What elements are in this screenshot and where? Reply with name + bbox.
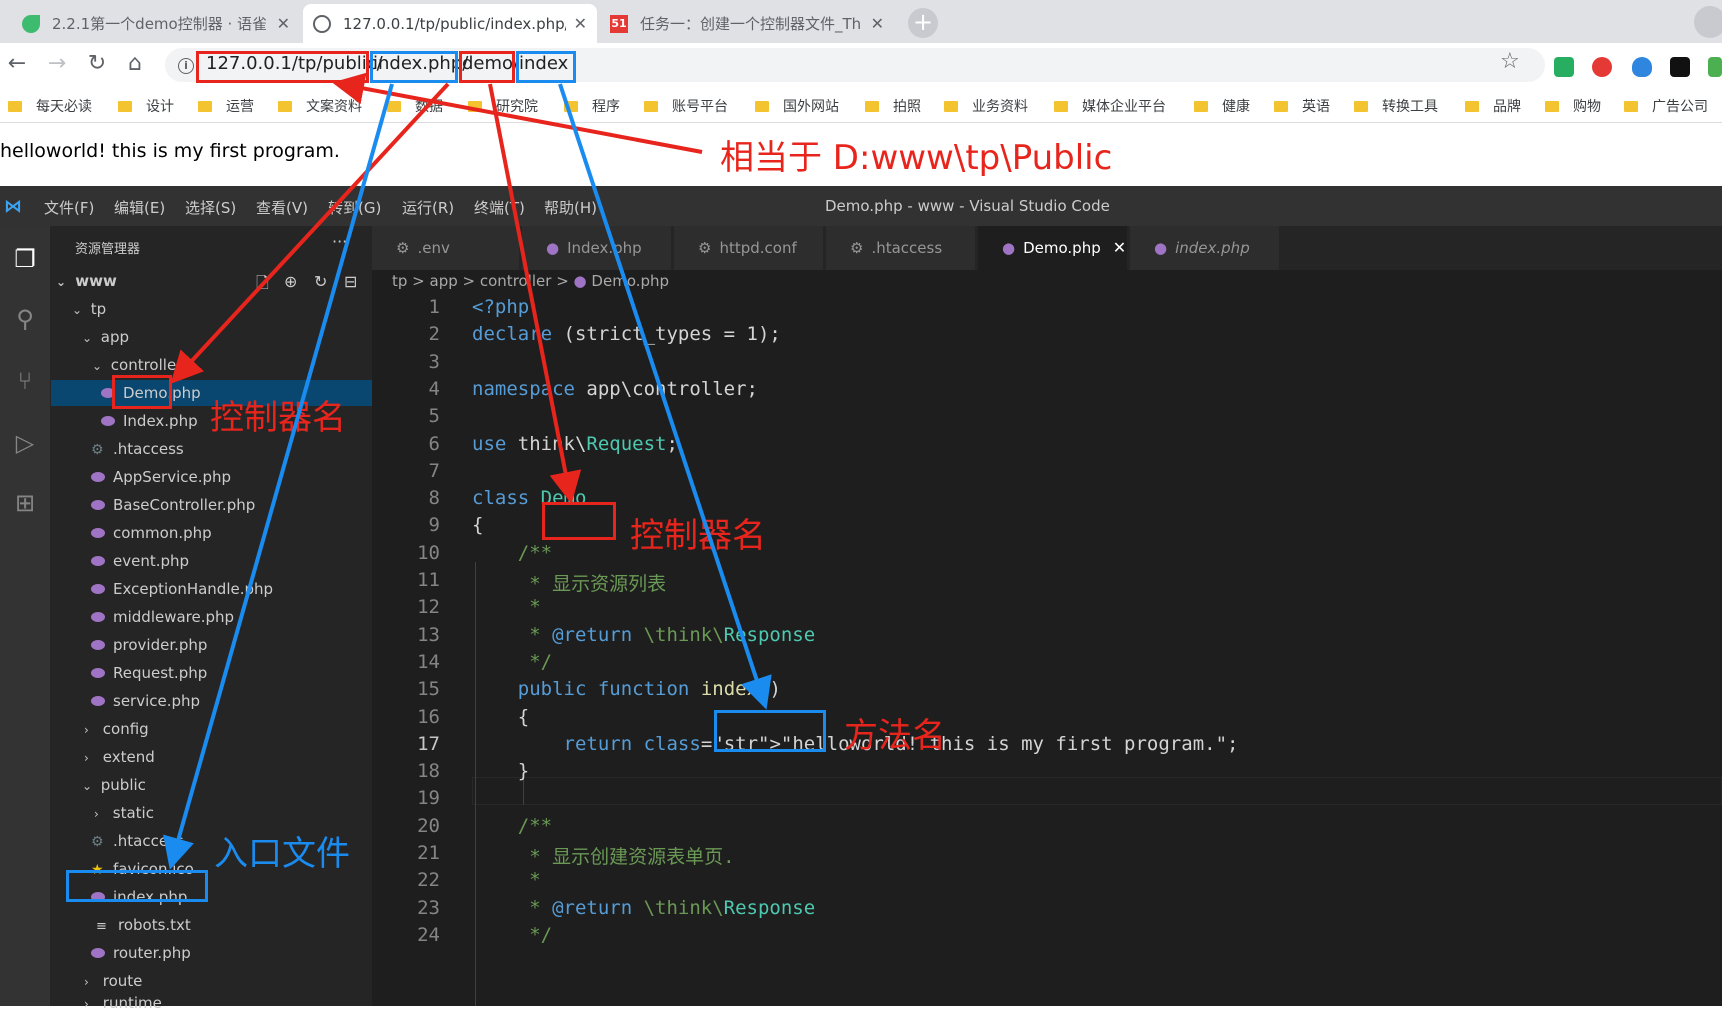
arrow-controller-tree — [170, 82, 450, 384]
annotation-arrows — [163, 72, 772, 870]
arrow-method — [558, 83, 772, 710]
arrow-controller-code — [488, 83, 582, 504]
arrow-entry-file — [163, 83, 394, 870]
